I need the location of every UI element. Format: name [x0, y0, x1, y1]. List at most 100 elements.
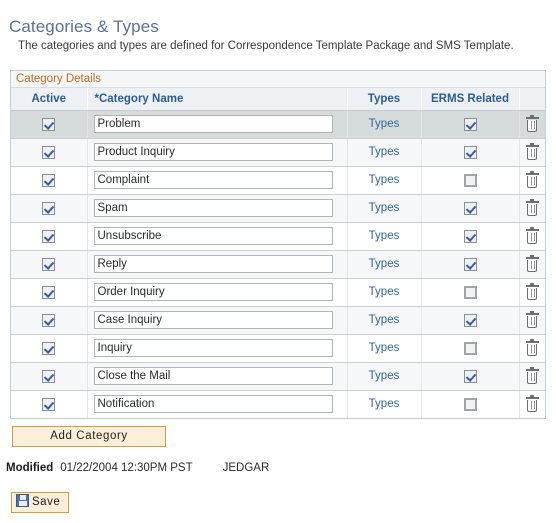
- trash-icon[interactable]: [525, 226, 539, 244]
- cell-category-name: [87, 110, 348, 139]
- erms-related-checkbox[interactable]: [463, 313, 477, 327]
- cell-category-name: [87, 334, 348, 363]
- page-title: Categories & Types: [9, 17, 159, 36]
- table-row[interactable]: Types: [11, 222, 545, 251]
- erms-related-checkbox[interactable]: [463, 341, 477, 355]
- modified-info: Modified 01/22/2004 12:30PM PST JEDGAR: [6, 462, 269, 474]
- table-row[interactable]: Types: [11, 278, 545, 307]
- cell-types: Types: [347, 334, 422, 363]
- column-header-category-name: *Category Name: [87, 88, 348, 111]
- types-link[interactable]: Types: [369, 398, 400, 410]
- column-header-active: Active: [11, 88, 88, 111]
- active-checkbox[interactable]: [42, 173, 56, 187]
- cell-category-name: [87, 166, 348, 195]
- erms-related-checkbox[interactable]: [463, 145, 477, 159]
- trash-icon[interactable]: [525, 366, 539, 384]
- category-name-input[interactable]: [93, 227, 333, 245]
- erms-related-checkbox[interactable]: [463, 117, 477, 131]
- erms-related-checkbox[interactable]: [463, 229, 477, 243]
- active-checkbox[interactable]: [42, 313, 56, 327]
- types-link[interactable]: Types: [369, 202, 400, 214]
- cell-erms-related: [421, 362, 520, 391]
- category-name-input[interactable]: [93, 367, 333, 385]
- cell-erms-related: [421, 390, 520, 418]
- types-link[interactable]: Types: [369, 286, 400, 298]
- erms-related-checkbox[interactable]: [463, 257, 477, 271]
- types-link[interactable]: Types: [369, 118, 400, 130]
- types-link[interactable]: Types: [369, 230, 400, 242]
- table-row[interactable]: Types: [11, 334, 545, 363]
- table-row[interactable]: Types: [11, 390, 545, 418]
- trash-icon[interactable]: [525, 310, 539, 328]
- active-checkbox[interactable]: [42, 145, 56, 159]
- active-checkbox[interactable]: [42, 369, 56, 383]
- table-row[interactable]: Types: [11, 194, 545, 223]
- erms-related-checkbox[interactable]: [463, 201, 477, 215]
- table-row[interactable]: Types: [11, 110, 545, 139]
- cell-category-name: [87, 194, 348, 223]
- category-name-input[interactable]: [93, 143, 333, 161]
- active-checkbox[interactable]: [42, 201, 56, 215]
- modified-label: Modified: [6, 462, 54, 474]
- types-link[interactable]: Types: [369, 370, 400, 382]
- active-checkbox[interactable]: [42, 117, 56, 131]
- trash-icon[interactable]: [525, 394, 539, 412]
- trash-icon[interactable]: [525, 198, 539, 216]
- cell-active: [11, 278, 88, 307]
- cell-category-name: [87, 138, 348, 167]
- table-row[interactable]: Types: [11, 306, 545, 335]
- category-name-input[interactable]: [93, 395, 333, 414]
- category-name-input[interactable]: [93, 171, 333, 189]
- cell-types: Types: [347, 110, 422, 139]
- cell-erms-related: [421, 194, 520, 223]
- cell-delete: [519, 138, 545, 167]
- types-link[interactable]: Types: [369, 314, 400, 326]
- cell-category-name: [87, 362, 348, 391]
- category-name-input[interactable]: [93, 311, 333, 329]
- column-header-erms-related: ERMS Related: [421, 88, 520, 111]
- trash-icon[interactable]: [525, 282, 539, 300]
- cell-category-name: [87, 390, 348, 418]
- trash-icon[interactable]: [525, 142, 539, 160]
- add-category-button[interactable]: Add Category: [12, 426, 166, 447]
- types-link[interactable]: Types: [369, 174, 400, 186]
- types-link[interactable]: Types: [369, 258, 400, 270]
- trash-icon[interactable]: [525, 170, 539, 188]
- cell-delete: [519, 306, 545, 335]
- active-checkbox[interactable]: [42, 257, 56, 271]
- trash-icon[interactable]: [525, 114, 539, 132]
- erms-related-checkbox[interactable]: [463, 369, 477, 383]
- category-name-input[interactable]: [93, 199, 333, 217]
- erms-related-checkbox[interactable]: [463, 173, 477, 187]
- table-row[interactable]: Types: [11, 138, 545, 167]
- category-details-grid: Active *Category Name Types ERMS Related…: [11, 88, 545, 418]
- category-name-input[interactable]: [93, 255, 333, 273]
- active-checkbox[interactable]: [42, 285, 56, 299]
- table-row[interactable]: Types: [11, 362, 545, 391]
- panel-header-label: Category Details: [11, 71, 545, 88]
- cell-erms-related: [421, 166, 520, 195]
- category-name-input[interactable]: [93, 339, 333, 357]
- cell-active: [11, 166, 88, 195]
- erms-related-checkbox[interactable]: [463, 397, 477, 411]
- cell-active: [11, 306, 88, 335]
- table-row[interactable]: Types: [11, 166, 545, 195]
- cell-delete: [519, 250, 545, 279]
- category-name-input[interactable]: [93, 115, 333, 133]
- trash-icon[interactable]: [525, 254, 539, 272]
- active-checkbox[interactable]: [42, 341, 56, 355]
- table-row[interactable]: Types: [11, 250, 545, 279]
- cell-types: Types: [347, 390, 422, 418]
- save-button-label: Save: [32, 496, 61, 508]
- trash-icon[interactable]: [525, 338, 539, 356]
- cell-types: Types: [347, 222, 422, 251]
- cell-delete: [519, 390, 545, 418]
- types-link[interactable]: Types: [369, 342, 400, 354]
- erms-related-checkbox[interactable]: [463, 285, 477, 299]
- active-checkbox[interactable]: [42, 229, 56, 243]
- save-button[interactable]: Save: [11, 492, 69, 513]
- types-link[interactable]: Types: [369, 146, 400, 158]
- category-name-input[interactable]: [93, 283, 333, 301]
- cell-delete: [519, 334, 545, 363]
- active-checkbox[interactable]: [42, 397, 56, 411]
